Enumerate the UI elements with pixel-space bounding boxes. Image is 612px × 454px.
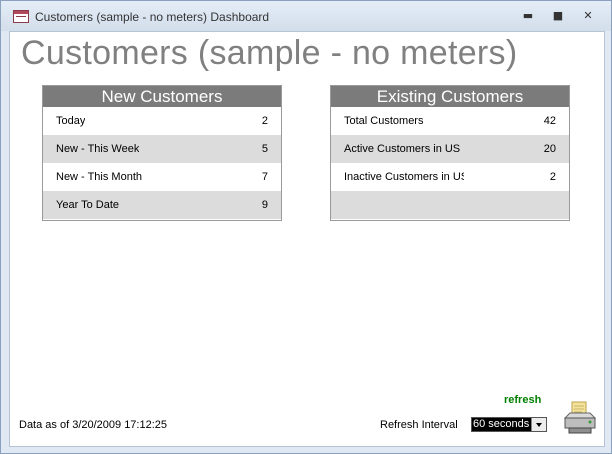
row-value: 5	[261, 143, 268, 155]
new-customers-row: New - This Week 5	[43, 135, 281, 163]
existing-customers-row	[331, 191, 569, 219]
new-customers-row: New - This Month 7	[43, 163, 281, 191]
window-title: Customers (sample - no meters) Dashboard	[35, 10, 270, 24]
new-customers-header: New Customers	[43, 86, 281, 107]
existing-customers-row: Active Customers in US 20	[331, 135, 569, 163]
refresh-interval-value[interactable]: 60 seconds	[472, 418, 531, 431]
row-label: Active Customers in US	[344, 143, 461, 155]
close-button[interactable]: ✕	[577, 7, 599, 25]
title-bar[interactable]: Customers (sample - no meters) Dashboard…	[1, 1, 611, 31]
dashboard-form: Customers (sample - no meters) New Custo…	[9, 31, 605, 447]
page-title: Customers (sample - no meters)	[21, 34, 518, 72]
row-label: Total Customers	[344, 115, 424, 127]
new-customers-row: Year To Date 9	[43, 191, 281, 219]
row-value: 42	[543, 115, 556, 127]
existing-customers-row: Total Customers 42	[331, 107, 569, 135]
printer-icon[interactable]	[562, 400, 598, 436]
maximize-button[interactable]: ■	[547, 7, 569, 25]
new-customers-row: Today 2	[43, 107, 281, 135]
app-window: Customers (sample - no meters) Dashboard…	[0, 0, 612, 454]
refresh-interval-dropdown[interactable]: 60 seconds	[471, 417, 547, 432]
existing-customers-header: Existing Customers	[331, 86, 569, 107]
refresh-interval-label: Refresh Interval	[380, 419, 458, 431]
row-value: 2	[261, 115, 268, 127]
existing-customers-row: Inactive Customers in US 2	[331, 163, 569, 191]
row-value: 2	[549, 171, 556, 183]
row-label: Today	[56, 115, 86, 127]
existing-customers-panel: Existing Customers Total Customers 42 Ac…	[330, 85, 570, 221]
minimize-button[interactable]: ▬	[517, 7, 539, 25]
data-timestamp: Data as of 3/20/2009 17:12:25	[19, 419, 168, 431]
row-label: Inactive Customers in US	[344, 171, 464, 183]
row-value: 20	[543, 143, 556, 155]
new-customers-panel: New Customers Today 2 New - This Week 5 …	[42, 85, 282, 221]
row-value: 7	[261, 171, 268, 183]
row-label: New - This Week	[56, 143, 140, 155]
row-label: Year To Date	[56, 199, 119, 211]
refresh-link[interactable]: refresh	[504, 394, 541, 406]
row-value: 9	[261, 199, 268, 211]
chevron-down-icon[interactable]	[531, 418, 546, 431]
form-icon[interactable]	[13, 10, 29, 23]
row-label: New - This Month	[56, 171, 142, 183]
